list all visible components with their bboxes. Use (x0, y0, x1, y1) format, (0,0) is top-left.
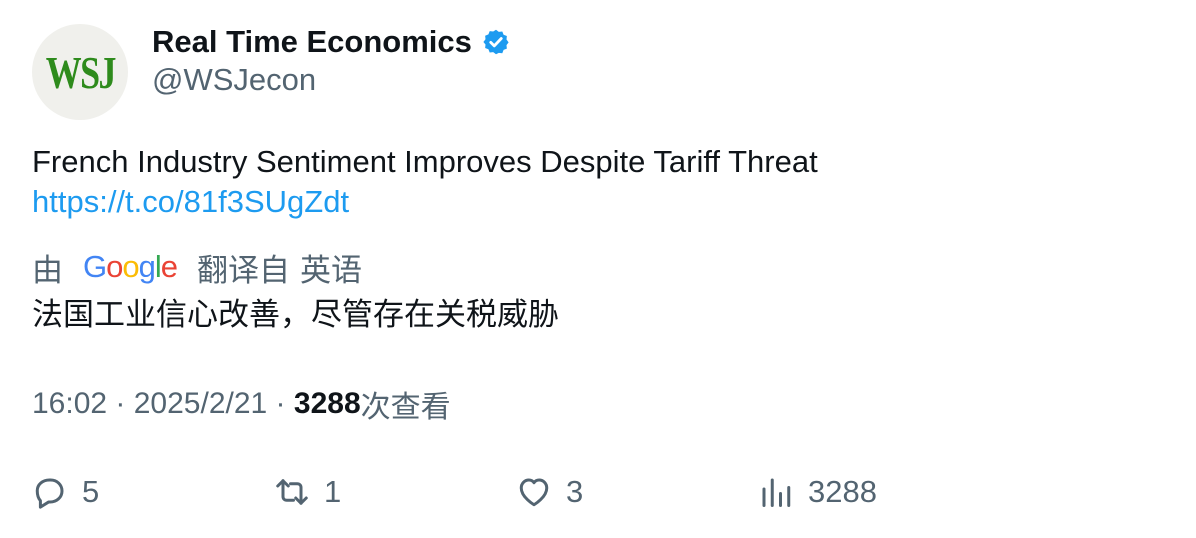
meta-separator: · (267, 387, 294, 420)
wsj-logo: WSJ (45, 46, 116, 98)
translated-from-label: 翻译自 (197, 252, 291, 288)
like-count: 3 (566, 474, 584, 509)
reply-count: 5 (82, 474, 100, 509)
views-button[interactable]: 3288 (758, 470, 877, 514)
views-count: 3288 (293, 387, 361, 420)
source-language: 英语 (300, 252, 363, 288)
analytics-icon (762, 478, 791, 507)
retweet-button[interactable]: 1 (274, 470, 341, 514)
verified-badge-icon[interactable] (482, 28, 510, 56)
author-handle[interactable]: @WSJecon (152, 62, 316, 98)
tweet-time[interactable]: 16:02 (32, 387, 107, 421)
display-name[interactable]: Real Time Economics (152, 24, 472, 60)
tweet-meta: 16:02 · 2025/2/21 · 3288 次查看 (32, 384, 451, 424)
retweet-icon (276, 479, 308, 505)
translated-by-label: 由 (32, 252, 63, 288)
google-logo: Google (83, 249, 178, 284)
like-button[interactable]: 3 (516, 470, 583, 514)
translation-attribution: 由 Google 翻译自 英语 (32, 246, 362, 288)
retweet-count: 1 (324, 474, 342, 509)
views-total: 3288 (808, 474, 877, 509)
author-name-row: Real Time Economics (152, 20, 510, 64)
reply-icon (35, 478, 64, 509)
tweet-link[interactable]: https://t.co/81f3SUgZdt (32, 182, 818, 222)
heart-icon (519, 478, 549, 507)
tweet-body: French Industry Sentiment Improves Despi… (32, 144, 818, 179)
translated-text: 法国工业信心改善，尽管存在关税威胁 (32, 297, 559, 332)
views-label: 次查看 (360, 391, 451, 424)
meta-separator: · (107, 387, 134, 420)
reply-button[interactable]: 5 (32, 470, 99, 514)
tweet-date[interactable]: 2025/2/21 (134, 387, 267, 421)
avatar[interactable]: WSJ (32, 24, 128, 120)
tweet-text: French Industry Sentiment Improves Despi… (32, 142, 818, 222)
